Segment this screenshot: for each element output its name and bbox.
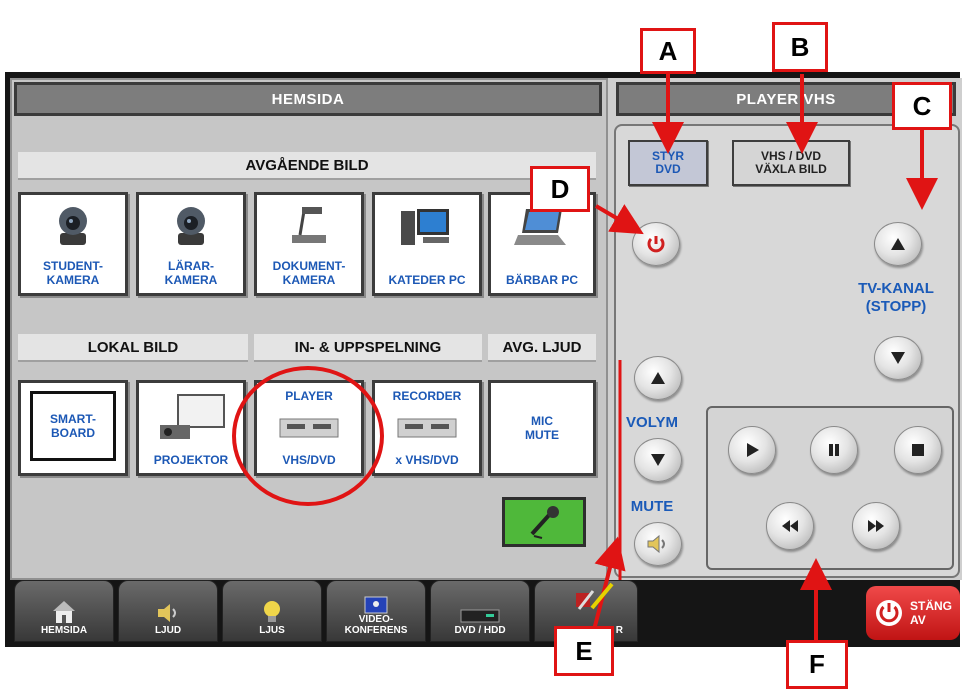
callout-b: B (772, 22, 828, 72)
callout-label: D (550, 173, 570, 204)
callout-f: F (786, 640, 848, 689)
callout-label: F (809, 649, 825, 679)
callout-d: D (530, 166, 590, 212)
callout-label: C (912, 90, 932, 121)
callout-a: A (640, 28, 696, 74)
callout-label: B (790, 31, 810, 62)
callout-label: E (575, 635, 593, 666)
callout-c: C (892, 82, 952, 130)
callout-e: E (554, 626, 614, 676)
annotation-arrows (590, 74, 938, 640)
callout-label: A (658, 35, 678, 66)
